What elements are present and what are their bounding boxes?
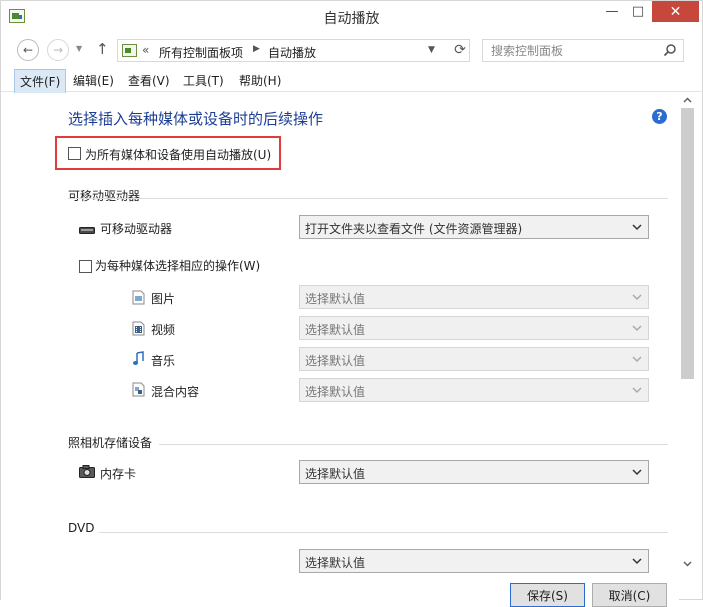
chevron-down-icon [632, 224, 642, 231]
scrollbar-thumb[interactable] [681, 108, 694, 379]
chevron-down-icon[interactable]: ▼ [428, 45, 435, 55]
menu-edit[interactable]: 编辑(E) [73, 72, 114, 89]
recent-locations-dropdown[interactable]: ▼ [76, 44, 82, 53]
search-icon[interactable] [663, 43, 677, 57]
video-file-icon [132, 321, 145, 336]
minimize-button[interactable]: — [599, 1, 625, 22]
scroll-up-icon[interactable] [683, 96, 692, 105]
scroll-down-icon[interactable] [683, 559, 692, 568]
removable-drive-icon [79, 227, 95, 234]
select-value: 选择默认值 [305, 467, 366, 481]
search-input[interactable] [483, 40, 658, 61]
menu-help[interactable]: 帮助(H) [239, 72, 281, 89]
music-action-select[interactable]: 选择默认值 [299, 347, 649, 371]
memory-card-label: 内存卡 [100, 467, 137, 481]
chevron-down-icon [632, 387, 642, 394]
save-button[interactable]: 保存(S) [510, 583, 585, 607]
select-value: 选择默认值 [305, 323, 366, 337]
pictures-action-select[interactable]: 选择默认值 [299, 285, 649, 309]
music-note-icon [133, 351, 144, 365]
removable-drive-action-value: 打开文件夹以查看文件 (文件资源管理器) [305, 222, 523, 236]
maximize-button[interactable]: □ [625, 1, 651, 22]
up-button[interactable]: ↑ [96, 40, 109, 58]
chevron-down-icon [632, 558, 642, 565]
title-bar: 自动播放 — □ ✕ [1, 1, 702, 32]
section-dvd: DVD [68, 521, 95, 535]
section-divider [159, 444, 668, 445]
help-icon[interactable]: ? [652, 109, 667, 124]
window-title: 自动播放 [323, 11, 380, 27]
mixed-content-action-select[interactable]: 选择默认值 [299, 378, 649, 402]
vertical-scrollbar[interactable] [679, 93, 696, 571]
media-type-label: 图片 [151, 292, 176, 306]
select-value: 选择默认值 [305, 292, 366, 306]
videos-action-select[interactable]: 选择默认值 [299, 316, 649, 340]
per-media-checkbox[interactable] [79, 260, 92, 273]
use-autoplay-label[interactable]: 为所有媒体和设备使用自动播放(U) [85, 146, 271, 163]
section-camera-storage: 照相机存储设备 [68, 436, 153, 450]
mixed-content-icon [132, 382, 145, 397]
chevron-down-icon [632, 469, 642, 476]
select-value: 选择默认值 [305, 385, 366, 399]
section-divider [68, 198, 668, 199]
refresh-button[interactable]: ⟳ [451, 42, 469, 60]
page-title: 选择插入每种媒体或设备时的后续操作 [68, 110, 324, 128]
media-type-label: 音乐 [151, 354, 176, 368]
breadcrumb-autoplay[interactable]: 自动播放 [268, 44, 316, 61]
cancel-button[interactable]: 取消(C) [592, 583, 667, 607]
address-box[interactable]: « 所有控制面板项 ▶ 自动播放 ▼ ⟳ [117, 39, 470, 62]
section-removable-drives: 可移动驱动器 [68, 189, 141, 203]
arrow-left-icon: ← [22, 43, 34, 57]
close-button[interactable]: ✕ [652, 1, 699, 22]
menu-view[interactable]: 查看(V) [128, 72, 170, 89]
autoplay-settings-panel: 选择插入每种媒体或设备时的后续操作 ? 为所有媒体和设备使用自动播放(U) 可移… [1, 93, 679, 601]
section-divider [99, 532, 668, 533]
forward-button[interactable]: → [47, 39, 69, 61]
breadcrumb-all-control-panel-items[interactable]: 所有控制面板项 [159, 44, 243, 61]
control-panel-icon [122, 44, 137, 57]
menu-file[interactable]: 文件(F) [14, 69, 67, 94]
select-value: 选择默认值 [305, 354, 366, 368]
media-type-label: 视频 [151, 323, 176, 337]
breadcrumb-overflow[interactable]: « [142, 43, 149, 57]
picture-file-icon [132, 290, 145, 305]
camera-icon [79, 465, 95, 478]
removable-drive-action-select[interactable]: 打开文件夹以查看文件 (文件资源管理器) [299, 215, 649, 239]
dvd-action-select[interactable]: 选择默认值 [299, 549, 649, 573]
address-bar: ← → ▼ ↑ « 所有控制面板项 ▶ 自动播放 ▼ ⟳ [1, 32, 702, 67]
removable-drive-label: 可移动驱动器 [100, 222, 173, 236]
use-autoplay-checkbox[interactable] [68, 147, 81, 160]
media-type-label: 混合内容 [151, 385, 200, 399]
arrow-right-icon: → [52, 43, 64, 57]
chevron-down-icon [632, 356, 642, 363]
back-button[interactable]: ← [17, 39, 39, 61]
chevron-down-icon [632, 294, 642, 301]
menu-bar: 文件(F) 编辑(E) 查看(V) 工具(T) 帮助(H) [1, 67, 702, 94]
breadcrumb-separator[interactable]: ▶ [253, 44, 260, 54]
memory-card-action-select[interactable]: 选择默认值 [299, 460, 649, 484]
per-media-label[interactable]: 为每种媒体选择相应的操作(W) [95, 257, 260, 274]
menu-tools[interactable]: 工具(T) [183, 72, 224, 89]
autoplay-window: 自动播放 — □ ✕ ← → ▼ ↑ « 所有控制面板项 ▶ 自动播放 ▼ ⟳ [0, 0, 703, 607]
chevron-down-icon [632, 325, 642, 332]
select-value: 选择默认值 [305, 556, 366, 570]
search-box[interactable] [482, 39, 684, 62]
